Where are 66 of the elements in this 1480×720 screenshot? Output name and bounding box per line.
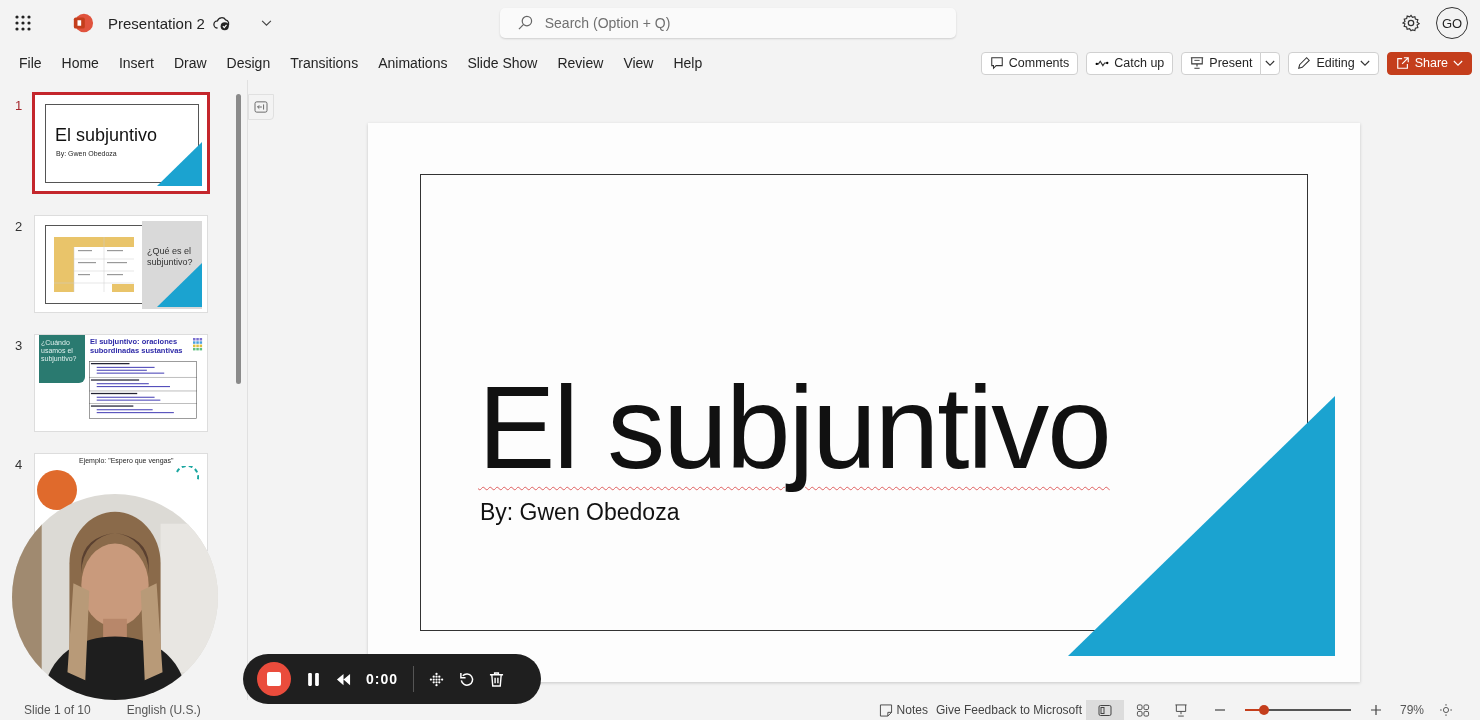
thumbnail-title: El subjuntivo xyxy=(55,125,158,146)
chevron-down-icon xyxy=(1359,59,1370,67)
dot-grid-icon[interactable] xyxy=(429,671,445,687)
language-label[interactable]: English (U.S.) xyxy=(126,703,201,717)
settings-icon[interactable] xyxy=(1402,14,1420,32)
slide-number: 1 xyxy=(15,97,24,113)
slide-number: 3 xyxy=(15,337,24,353)
ribbon-tab[interactable]: Review xyxy=(557,55,604,71)
ribbon-tab[interactable]: Animations xyxy=(378,55,448,71)
zoom-level[interactable]: 79% xyxy=(1399,703,1424,717)
chevron-down-icon xyxy=(1265,59,1276,67)
cloud-check-icon xyxy=(212,15,231,31)
app-logo-icon xyxy=(72,12,94,34)
circle-shape xyxy=(37,470,77,510)
present-dropdown-button[interactable] xyxy=(1260,51,1281,75)
slide-thumbnail[interactable]: ¿Qué es el subjuntivo? xyxy=(34,215,208,313)
trash-icon[interactable] xyxy=(489,671,505,687)
recording-timer: 0:00 xyxy=(366,671,399,687)
note-icon xyxy=(878,703,893,717)
slide-number: 4 xyxy=(15,456,24,472)
search-field[interactable]: Search (Option + Q) xyxy=(499,8,956,38)
pause-icon[interactable] xyxy=(306,671,321,687)
slide-number: 2 xyxy=(15,218,24,234)
stop-button[interactable] xyxy=(257,662,291,696)
restart-icon[interactable] xyxy=(459,671,475,687)
ribbon-tab[interactable]: Transitions xyxy=(290,55,359,71)
ribbon-tab[interactable]: Design xyxy=(226,55,271,71)
normal-view-icon xyxy=(1097,703,1112,717)
document-title[interactable]: Presentation 2 xyxy=(108,14,205,32)
dots-icon xyxy=(193,338,203,352)
scrollbar-thumb[interactable] xyxy=(236,94,241,384)
catch-up-button[interactable]: Catch up xyxy=(1086,51,1174,75)
presenter-icon xyxy=(1173,703,1188,717)
slide-subtitle[interactable]: By: Gwen Obedoza xyxy=(480,499,680,526)
grid-icon xyxy=(1135,703,1150,717)
share-button[interactable]: Share xyxy=(1386,51,1472,75)
app-launcher-icon[interactable] xyxy=(14,14,32,32)
triangle-shape xyxy=(157,142,202,186)
presenter-icon xyxy=(1190,56,1205,70)
collapse-icon xyxy=(254,101,268,113)
comment-icon xyxy=(989,56,1004,70)
editing-mode-button[interactable]: Editing xyxy=(1288,51,1379,75)
ribbon-tab[interactable]: Slide Show xyxy=(467,55,538,71)
slide-counter: Slide 1 of 10 xyxy=(24,703,91,717)
ribbon-tab[interactable]: Draw xyxy=(173,55,207,71)
slider-thumb[interactable] xyxy=(1258,705,1269,715)
collapse-pane-button[interactable] xyxy=(248,94,274,120)
comments-button[interactable]: Comments xyxy=(980,51,1079,75)
ribbon-tab[interactable]: File xyxy=(19,55,42,71)
notes-button[interactable]: Notes xyxy=(874,703,932,717)
zoom-in-icon[interactable] xyxy=(1369,704,1382,716)
ribbon-tab[interactable]: Help xyxy=(673,55,703,71)
thumbnail-title: ¿Qué es el subjuntivo? xyxy=(147,246,194,268)
feedback-link[interactable]: Give Feedback to Microsoft xyxy=(931,703,1086,717)
present-button[interactable]: Present xyxy=(1181,51,1262,75)
ribbon-tab[interactable]: Insert xyxy=(118,55,154,71)
normal-view-button[interactable] xyxy=(1085,700,1124,720)
chevron-down-icon[interactable] xyxy=(260,19,272,27)
ribbon-tab[interactable]: View xyxy=(623,55,654,71)
pencil-icon xyxy=(1297,56,1312,70)
ribbon-tab[interactable]: Home xyxy=(61,55,99,71)
fit-to-window-icon[interactable] xyxy=(1440,704,1452,716)
share-icon xyxy=(1395,56,1410,70)
chevron-down-icon xyxy=(1453,59,1463,67)
rewind-icon[interactable] xyxy=(336,671,351,687)
slide-title[interactable]: El subjuntivo xyxy=(478,359,1110,499)
